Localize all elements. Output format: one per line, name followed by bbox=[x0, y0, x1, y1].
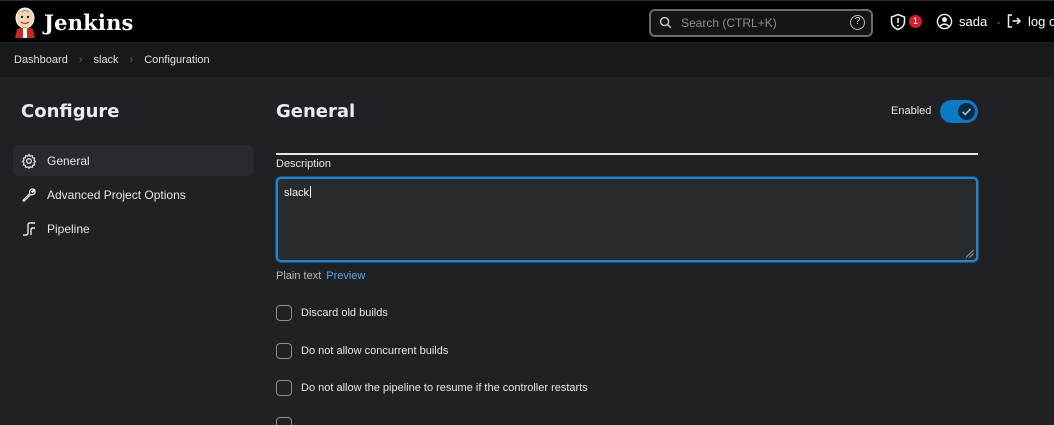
brand-name: Jenkins bbox=[44, 9, 134, 35]
checkbox[interactable] bbox=[276, 343, 292, 359]
option-partial-next[interactable] bbox=[276, 416, 301, 425]
breadcrumb-configuration[interactable]: Configuration bbox=[144, 54, 209, 66]
security-alerts-button[interactable]: 1 bbox=[889, 13, 925, 33]
checkbox-label[interactable]: Do not allow concurrent builds bbox=[301, 345, 448, 357]
pipeline-icon bbox=[23, 221, 35, 236]
logout-link[interactable]: log o bbox=[1006, 13, 1054, 29]
option-discard-old-builds[interactable]: Discard old builds bbox=[276, 304, 388, 322]
description-label: Description bbox=[276, 158, 332, 170]
sidebar-item-general[interactable]: General bbox=[13, 145, 254, 176]
gear-icon bbox=[21, 152, 37, 169]
format-text: Plain text bbox=[276, 270, 322, 282]
top-navigation-bar: Jenkins Search (CTRL+K) ? 1 sada ⌄ log o bbox=[0, 0, 1054, 42]
sidebar-title: Configure bbox=[21, 101, 120, 122]
user-avatar-icon bbox=[936, 13, 953, 30]
checkmark-icon bbox=[961, 108, 972, 116]
checkbox[interactable] bbox=[276, 305, 292, 321]
wrench-icon bbox=[22, 187, 36, 202]
logout-label[interactable]: log o bbox=[1028, 14, 1054, 29]
logout-icon bbox=[1007, 14, 1022, 28]
checkbox[interactable] bbox=[276, 417, 292, 425]
checkbox-label[interactable]: Discard old builds bbox=[301, 307, 388, 319]
sidebar-item-label: Pipeline bbox=[47, 221, 90, 236]
jenkins-home-link[interactable]: Jenkins bbox=[12, 6, 134, 38]
checkbox-label[interactable]: Do not allow the pipeline to resume if t… bbox=[301, 382, 588, 394]
search-icon bbox=[659, 16, 672, 29]
chevron-right-icon: › bbox=[78, 54, 83, 66]
breadcrumb-dashboard[interactable]: Dashboard bbox=[14, 54, 68, 66]
jenkins-logo-icon bbox=[15, 7, 35, 38]
section-divider bbox=[276, 153, 978, 155]
enabled-label: Enabled bbox=[891, 105, 932, 117]
resize-handle-icon[interactable] bbox=[965, 249, 974, 258]
search-help-icon[interactable]: ? bbox=[850, 15, 865, 30]
description-value: slack bbox=[284, 187, 310, 199]
user-menu[interactable]: sada ⌄ bbox=[936, 13, 1002, 30]
sidebar-item-advanced-project-options[interactable]: Advanced Project Options bbox=[13, 179, 254, 210]
preview-link[interactable]: Preview bbox=[326, 270, 365, 282]
section-title: General bbox=[276, 101, 356, 122]
user-name[interactable]: sada bbox=[959, 14, 987, 29]
shield-alert-icon bbox=[890, 13, 906, 31]
chevron-down-icon[interactable]: ⌄ bbox=[995, 17, 1002, 26]
text-cursor bbox=[310, 186, 312, 198]
chevron-right-icon: › bbox=[129, 54, 134, 66]
sidebar-item-label: General bbox=[47, 153, 90, 168]
sidebar-item-label: Advanced Project Options bbox=[47, 187, 186, 202]
option-no-concurrent-builds[interactable]: Do not allow concurrent builds bbox=[276, 342, 448, 360]
search-box[interactable]: Search (CTRL+K) ? bbox=[649, 9, 873, 37]
breadcrumb: Dashboard › slack › Configuration bbox=[0, 43, 1054, 77]
toggle-knob bbox=[958, 103, 975, 120]
breadcrumb-slack[interactable]: slack bbox=[94, 54, 119, 66]
search-input[interactable]: Search (CTRL+K) bbox=[681, 16, 777, 30]
option-no-resume-on-restart[interactable]: Do not allow the pipeline to resume if t… bbox=[276, 379, 588, 397]
enabled-toggle[interactable] bbox=[940, 100, 978, 123]
sidebar-item-pipeline[interactable]: Pipeline bbox=[13, 213, 254, 244]
checkbox[interactable] bbox=[276, 380, 292, 396]
alert-count-badge: 1 bbox=[909, 15, 922, 28]
description-textarea[interactable]: slack bbox=[276, 177, 978, 262]
format-info: Plain text Preview bbox=[276, 270, 365, 282]
